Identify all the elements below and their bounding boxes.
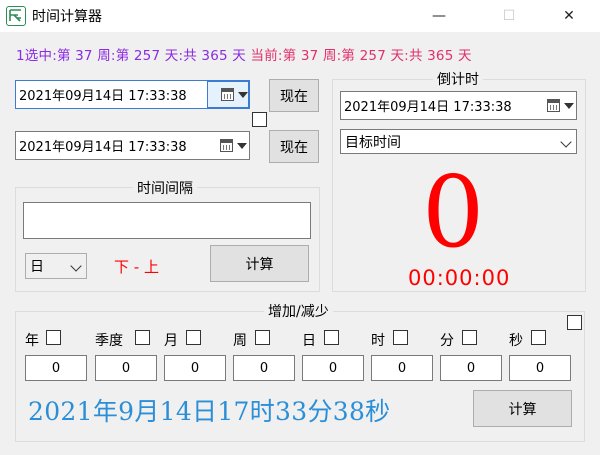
countdown-big-number: 0 <box>422 156 485 270</box>
maximize-button[interactable]: ☐ <box>486 0 532 32</box>
unit-label-second: 秒 <box>509 333 523 349</box>
window-title: 时间计算器 <box>32 9 102 25</box>
unit-label-hour: 时 <box>371 333 385 349</box>
interval-group-title: 时间间隔 <box>133 178 197 198</box>
second-input[interactable]: 0 <box>509 355 571 381</box>
add-subtract-group-title: 增加/减少 <box>264 301 333 321</box>
title-bar[interactable]: 时间计算器 — ☐ ✕ <box>0 0 600 32</box>
dropdown-arrow-icon <box>238 91 248 98</box>
start-calendar-dropdown[interactable] <box>207 81 249 108</box>
interval-unit-select[interactable]: 日 <box>25 253 87 279</box>
year-checkbox[interactable] <box>46 330 61 345</box>
selected-info: 1选中:第 37 周:第 257 天:共 365 天 <box>16 48 246 64</box>
close-button[interactable]: ✕ <box>546 0 592 32</box>
week-input[interactable]: 0 <box>233 355 295 381</box>
chevron-down-icon <box>560 136 572 148</box>
minimize-button[interactable]: — <box>416 0 462 32</box>
interval-direction-label: 下 - 上 <box>114 258 159 276</box>
quarter-input[interactable]: 0 <box>95 355 157 381</box>
interval-unit-value: 日 <box>30 259 44 275</box>
calendar-icon <box>221 88 234 101</box>
countdown-datetime-value: 2021年09月14日 17:33:38 <box>344 100 512 115</box>
end-datetime-value: 2021年09月14日 17:33:38 <box>19 140 187 155</box>
week-day-info: 1选中:第 37 周:第 257 天:共 365 天 当前:第 37 周:第 2… <box>16 44 472 64</box>
month-checkbox[interactable] <box>186 330 201 345</box>
start-now-button[interactable]: 现在 <box>269 79 319 112</box>
close-icon: ✕ <box>563 8 575 24</box>
second-checkbox[interactable] <box>531 330 546 345</box>
minute-checkbox[interactable] <box>462 330 477 345</box>
maximize-icon: ☐ <box>502 8 516 24</box>
day-checkbox[interactable] <box>324 330 339 345</box>
countdown-time-remaining: 00:00:00 <box>408 266 511 290</box>
link-checkbox[interactable] <box>252 112 267 127</box>
end-datetime-picker[interactable]: 2021年09月14日 17:33:38 <box>15 131 250 160</box>
month-input[interactable]: 0 <box>164 355 226 381</box>
interval-calc-button[interactable]: 计算 <box>210 245 309 282</box>
countdown-calendar-dropdown[interactable] <box>536 95 574 116</box>
countdown-target-value: 目标时间 <box>345 134 401 151</box>
unit-label-year: 年 <box>25 333 39 349</box>
unit-label-month: 月 <box>164 333 178 349</box>
add-subtract-result: 2021年9月14日17时33分38秒 <box>28 397 391 426</box>
end-now-button[interactable]: 现在 <box>269 130 319 163</box>
start-datetime-value: 2021年09月14日 17:33:38 <box>19 89 187 104</box>
current-info: 当前:第 37 周:第 257 天:共 365 天 <box>250 48 472 64</box>
minute-input[interactable]: 0 <box>440 355 502 381</box>
quarter-checkbox[interactable] <box>135 330 150 345</box>
end-calendar-dropdown[interactable] <box>209 135 247 156</box>
countdown-target-select[interactable]: 目标时间 <box>340 129 577 154</box>
minimize-icon: — <box>432 8 446 24</box>
day-input[interactable]: 0 <box>302 355 364 381</box>
dropdown-arrow-icon <box>564 102 574 109</box>
add-subtract-calc-button[interactable]: 计算 <box>473 390 572 427</box>
unit-label-day: 日 <box>302 333 316 349</box>
chevron-down-icon <box>70 260 82 272</box>
countdown-datetime-picker[interactable]: 2021年09月14日 17:33:38 <box>340 91 577 120</box>
calendar-icon <box>220 139 233 152</box>
hour-checkbox[interactable] <box>393 330 408 345</box>
countdown-group-title: 倒计时 <box>433 69 483 89</box>
calendar-icon <box>547 99 560 112</box>
unit-label-week: 周 <box>233 333 247 349</box>
hour-input[interactable]: 0 <box>371 355 433 381</box>
dropdown-arrow-icon <box>237 142 247 149</box>
app-logo-icon <box>6 6 26 26</box>
unit-label-minute: 分 <box>440 333 454 349</box>
week-checkbox[interactable] <box>255 330 270 345</box>
year-input[interactable]: 0 <box>25 355 87 381</box>
start-datetime-picker[interactable]: 2021年09月14日 17:33:38 <box>15 80 250 109</box>
add-subtract-toggle-checkbox[interactable] <box>567 315 582 330</box>
unit-label-quarter: 季度 <box>95 333 123 349</box>
interval-result-box[interactable] <box>23 202 311 239</box>
